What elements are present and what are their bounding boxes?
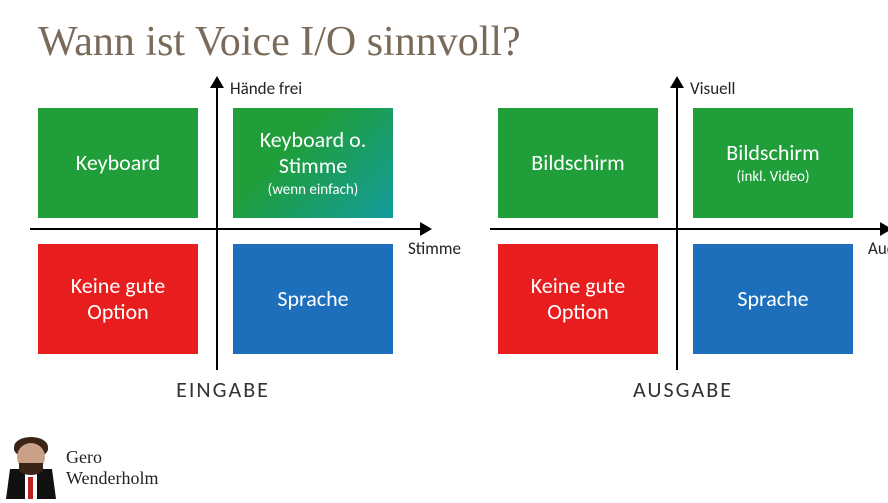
slide-title: Wann ist Voice I/O sinnvoll? [0, 0, 888, 66]
presenter-first: Gero [66, 447, 159, 468]
matrix-grid: Hände frei Stimme Keyboard Keyboard o. S… [38, 94, 408, 354]
matrix-eingabe: Hände frei Stimme Keyboard Keyboard o. S… [38, 94, 428, 403]
quadrant-top-left: Bildschirm [498, 108, 658, 218]
quadrant-bottom-right: Sprache [233, 244, 393, 354]
quadrant-label: Bildschirm [726, 140, 819, 166]
quadrant-label: Keine gute Option [498, 273, 658, 326]
axis-x-label: Audio [868, 238, 888, 259]
axis-x [30, 228, 422, 230]
quadrant-label: Sprache [277, 286, 348, 312]
matrix-ausgabe: Visuell Audio Bildschirm Bildschirm (ink… [498, 94, 888, 403]
axis-x [490, 228, 882, 230]
quadrant-label: Sprache [737, 286, 808, 312]
quadrant-top-left: Keyboard [38, 108, 198, 218]
quadrant-sublabel: (wenn einfach) [268, 181, 359, 199]
axis-x-label: Stimme [408, 238, 461, 259]
quadrant-bottom-left: Keine gute Option [38, 244, 198, 354]
presenter: Gero Wenderholm [6, 437, 159, 499]
quadrant-top-right: Keyboard o. Stimme (wenn einfach) [233, 108, 393, 218]
quadrant-top-right: Bildschirm (inkl. Video) [693, 108, 853, 218]
presenter-last: Wenderholm [66, 468, 159, 489]
avatar [6, 437, 56, 499]
quadrant-bottom-right: Sprache [693, 244, 853, 354]
quadrant-sublabel: (inkl. Video) [736, 168, 809, 186]
axis-y-label: Visuell [690, 78, 735, 99]
matrix-caption: EINGABE [38, 376, 408, 403]
quadrant-bottom-left: Keine gute Option [498, 244, 658, 354]
diagram-row: Hände frei Stimme Keyboard Keyboard o. S… [0, 66, 888, 403]
matrix-grid: Visuell Audio Bildschirm Bildschirm (ink… [498, 94, 868, 354]
quadrant-label: Keyboard o. Stimme [233, 127, 393, 180]
presenter-name: Gero Wenderholm [66, 447, 159, 488]
matrix-caption: AUSGABE [498, 376, 868, 403]
quadrant-label: Keyboard [76, 150, 160, 176]
axis-y-label: Hände frei [230, 78, 302, 99]
quadrant-label: Keine gute Option [38, 273, 198, 326]
quadrant-label: Bildschirm [531, 150, 624, 176]
